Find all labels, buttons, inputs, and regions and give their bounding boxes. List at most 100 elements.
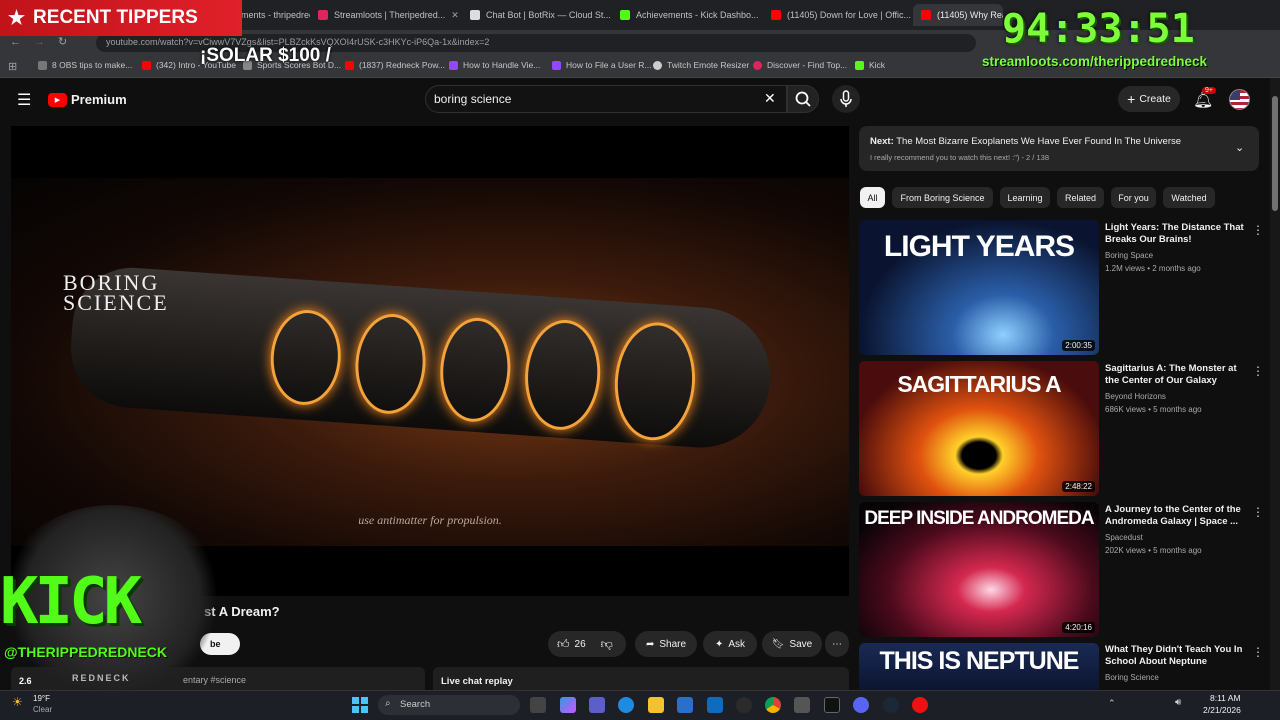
taskbar-search[interactable]: ⌕ Search <box>378 695 520 715</box>
notifications-button[interactable]: 🔔︎ 9+ <box>1193 87 1216 110</box>
chip-all[interactable]: All <box>860 187 885 208</box>
video-frame: BORING SCIENCE <box>11 178 849 546</box>
youtube-logo[interactable]: ▶ Premium <box>48 92 127 107</box>
chip-related[interactable]: Related <box>1057 187 1104 208</box>
task-view-icon[interactable] <box>530 697 546 713</box>
description-views: 2.6 <box>19 676 32 686</box>
record-icon[interactable] <box>912 697 928 713</box>
tab-botrix[interactable]: Chat Bot | BotRix — Cloud St...✕ <box>462 4 610 26</box>
thumbnail-text: SAGITTARIUS A <box>897 371 1061 397</box>
recommendation-title[interactable]: Sagittarius A: The Monster at the Center… <box>1105 363 1245 387</box>
terminal-icon[interactable] <box>824 697 840 713</box>
recommendation-title[interactable]: A Journey to the Center of the Andromeda… <box>1105 504 1245 528</box>
obs-icon[interactable] <box>736 697 752 713</box>
teams-icon[interactable] <box>589 697 605 713</box>
chip-watched[interactable]: Watched <box>1163 187 1215 208</box>
recommendation-thumbnail[interactable]: THIS IS NEPTUNE <box>859 643 1099 690</box>
chevron-up-icon[interactable]: ⌃ <box>1108 698 1116 709</box>
bookmark-discover[interactable]: Discover - Find Top... <box>753 60 847 70</box>
bookmark-redneck-pow[interactable]: (1837) Redneck Pow... <box>345 60 445 70</box>
thumbs-down-icon[interactable]: 👎︎ <box>601 637 613 652</box>
steam-icon[interactable] <box>883 697 899 713</box>
chrome-icon[interactable] <box>765 697 781 713</box>
sparkle-icon: ✦ <box>714 638 724 650</box>
share-label: Share <box>659 638 687 650</box>
avatar[interactable] <box>1229 89 1250 110</box>
bookmark-obs-tips[interactable]: 8 OBS tips to make... <box>38 60 132 70</box>
scrollbar-thumb[interactable] <box>1272 96 1278 211</box>
share-button[interactable]: ➦ Share <box>635 631 697 657</box>
tab-label: Streamloots | Theripedred... <box>334 10 446 20</box>
windows-start-icon[interactable] <box>352 697 368 713</box>
chip-label: Watched <box>1171 192 1207 203</box>
save-button[interactable]: 🔖︎ Save <box>762 631 822 657</box>
scrollbar[interactable] <box>1270 78 1280 690</box>
more-vertical-icon[interactable]: ⋮ <box>1252 505 1264 519</box>
recommendation-title[interactable]: What They Didn't Teach You In School Abo… <box>1105 644 1245 668</box>
bookmark-kick[interactable]: Kick <box>855 60 885 70</box>
voice-search-button[interactable] <box>832 85 860 113</box>
create-label: Create <box>1139 93 1171 105</box>
recommendation-channel[interactable]: Beyond Horizons <box>1105 392 1166 401</box>
tab-youtube-down-for-love[interactable]: (11405) Down for Love | Offic...✕ <box>763 4 913 26</box>
apps-icon[interactable]: ⊞ <box>8 60 17 73</box>
search-value: boring science <box>434 92 512 106</box>
bookmark-handle-viewers[interactable]: How to Handle Vie... <box>449 60 540 70</box>
spaceship-image <box>66 263 776 453</box>
chip-label: For you <box>1118 192 1149 203</box>
tab-kick-achievements[interactable]: Achievements - Kick Dashbo...✕ <box>612 4 762 26</box>
recommendation-meta: 686K views • 5 months ago <box>1105 405 1202 414</box>
playlist-next-panel[interactable] <box>859 126 1259 171</box>
chip-learning[interactable]: Learning <box>1000 187 1050 208</box>
more-actions-button[interactable]: ⋯ <box>825 631 849 657</box>
more-vertical-icon[interactable]: ⋮ <box>1252 364 1264 378</box>
bookmark-label: How to File a User R... <box>566 60 652 70</box>
bookmark-file-report[interactable]: How to File a User R... <box>552 60 652 70</box>
thumbnail-text: DEEP INSIDE ANDROMEDA <box>864 508 1094 529</box>
engine-ring <box>436 315 514 425</box>
ask-button[interactable]: ✦ Ask <box>703 631 757 657</box>
notification-count-badge: 9+ <box>1202 87 1216 94</box>
chip-for-you[interactable]: For you <box>1111 187 1156 208</box>
store-icon[interactable] <box>677 697 693 713</box>
app-icon[interactable] <box>794 697 810 713</box>
bookmark-emote-resizer[interactable]: Twitch Emote Resizer <box>653 60 749 70</box>
copilot-icon[interactable] <box>560 697 576 713</box>
create-button[interactable]: + Create <box>1118 86 1180 112</box>
recommendation-thumbnail[interactable]: LIGHT YEARS 2:00:35 <box>859 220 1099 355</box>
thumbs-up-icon[interactable]: 👍︎ <box>557 637 570 652</box>
file-explorer-icon[interactable] <box>648 697 664 713</box>
more-vertical-icon[interactable]: ⋮ <box>1252 223 1264 237</box>
kick-handle: @THERIPPEDREDNECK <box>4 644 168 660</box>
recommendation-channel[interactable]: Boring Space <box>1105 251 1153 260</box>
close-tab-icon[interactable]: ✕ <box>445 10 459 21</box>
tab-youtube-active[interactable]: (11405) Why Reachi... <box>913 4 1003 26</box>
chip-from-boring-science[interactable]: From Boring Science <box>892 187 993 208</box>
chip-label: From Boring Science <box>900 192 985 203</box>
chevron-down-icon[interactable]: ⌄ <box>1235 141 1244 154</box>
forward-icon[interactable]: → <box>34 36 45 48</box>
taskbar-date[interactable]: 2/21/2026 <box>1203 705 1241 715</box>
recommendation-channel[interactable]: Boring Science <box>1105 673 1159 682</box>
search-button[interactable] <box>787 85 819 113</box>
outlook-icon[interactable] <box>707 697 723 713</box>
back-icon[interactable]: ← <box>10 36 21 48</box>
bookmark-label: Kick <box>869 60 886 70</box>
video-duration: 2:48:22 <box>1062 481 1095 492</box>
clear-search-icon[interactable]: ✕ <box>764 90 776 107</box>
recommendation-thumbnail[interactable]: SAGITTARIUS A 2:48:22 <box>859 361 1099 496</box>
recommendation-channel[interactable]: Spacedust <box>1105 533 1143 542</box>
reload-icon[interactable]: ↻ <box>58 35 67 48</box>
star-icon: ★ <box>8 7 26 29</box>
edge-icon[interactable] <box>618 697 634 713</box>
taskbar-time[interactable]: 8:11 AM <box>1210 693 1241 703</box>
taskbar-search-label: Search <box>400 699 431 710</box>
tab-streamloots[interactable]: Streamloots | Theripedred... ✕ <box>310 4 460 26</box>
recommendation-title[interactable]: Light Years: The Distance That Breaks Ou… <box>1105 222 1245 246</box>
recommendation-thumbnail[interactable]: DEEP INSIDE ANDROMEDA 4:20:16 <box>859 502 1099 637</box>
volume-icon[interactable]: 🔊︎ <box>1175 697 1181 708</box>
more-vertical-icon[interactable]: ⋮ <box>1252 645 1264 659</box>
discord-icon[interactable] <box>853 697 869 713</box>
close-tab-icon[interactable]: ✕ <box>759 10 762 21</box>
hamburger-menu-icon[interactable]: ☰ <box>17 90 31 110</box>
